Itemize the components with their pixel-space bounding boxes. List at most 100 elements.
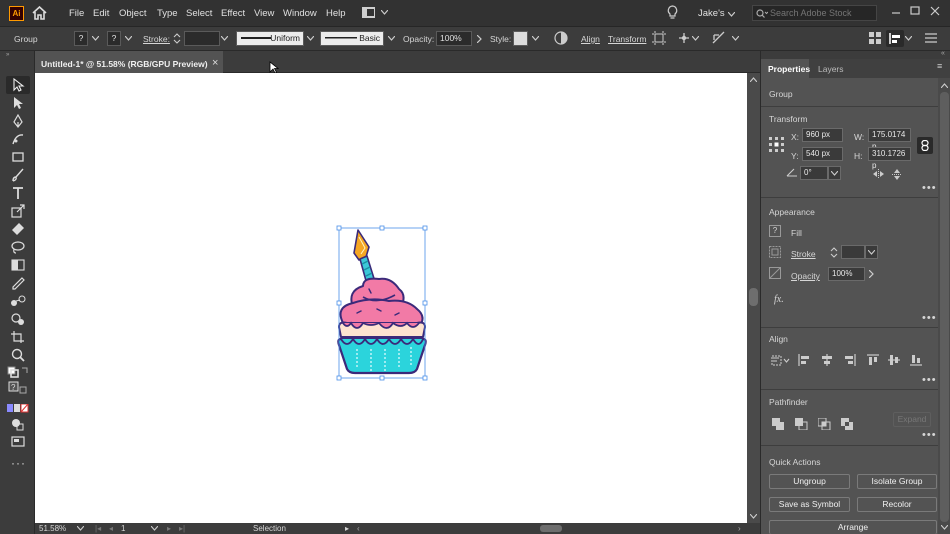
chevron-down-icon[interactable] bbox=[77, 526, 84, 531]
first-artboard-icon[interactable]: |◂ bbox=[95, 524, 101, 533]
rotate-field[interactable]: 0° bbox=[800, 166, 828, 180]
opacity-field[interactable]: 100% bbox=[828, 267, 865, 281]
align-panel-toggle[interactable] bbox=[886, 30, 904, 47]
close-tab-icon[interactable]: × bbox=[212, 57, 218, 69]
menu-list-icon[interactable] bbox=[925, 32, 937, 44]
edit-toolbar-more-icon[interactable]: ··· bbox=[11, 456, 26, 470]
pathfinder-exclude-icon[interactable] bbox=[841, 418, 854, 430]
menu-object[interactable]: Object bbox=[119, 8, 146, 19]
user-menu[interactable]: Jake's bbox=[698, 8, 725, 19]
search-input[interactable] bbox=[770, 7, 874, 19]
isolate-icon[interactable] bbox=[652, 31, 666, 45]
curvature-tool-icon[interactable] bbox=[10, 132, 26, 146]
maximize-icon[interactable] bbox=[908, 4, 922, 18]
menu-edit[interactable]: Edit bbox=[93, 8, 109, 19]
menu-window[interactable]: Window bbox=[283, 8, 317, 19]
isolate-group-button[interactable]: Isolate Group bbox=[857, 474, 937, 489]
fill-stroke-swatches-icon[interactable] bbox=[7, 366, 29, 380]
rectangle-tool-icon[interactable] bbox=[10, 150, 26, 164]
save-as-symbol-button[interactable]: Save as Symbol bbox=[769, 497, 850, 512]
status-mode-arrow-icon[interactable]: ▸ bbox=[345, 524, 349, 533]
chevron-right-icon[interactable] bbox=[477, 35, 482, 43]
panel-menu-icon[interactable]: ≡ bbox=[937, 61, 942, 71]
pathfinder-intersect-icon[interactable] bbox=[818, 418, 831, 430]
fill-unknown-swatch[interactable]: ? bbox=[769, 225, 781, 237]
align-right-edge-icon[interactable] bbox=[844, 354, 856, 366]
lightbulb-icon[interactable] bbox=[667, 5, 678, 20]
stroke-weight-dropdown[interactable] bbox=[865, 245, 878, 259]
paintbrush-tool-icon[interactable] bbox=[10, 168, 26, 182]
arrange-documents-icon[interactable] bbox=[712, 31, 726, 45]
align-bottom-edge-icon[interactable] bbox=[910, 354, 922, 366]
align-left-edge-icon[interactable] bbox=[798, 354, 810, 366]
chevron-down-icon[interactable] bbox=[388, 36, 395, 41]
y-field[interactable]: 540 px bbox=[802, 147, 843, 161]
pathfinder-minus-front-icon[interactable] bbox=[795, 418, 808, 430]
x-field[interactable]: 960 px bbox=[802, 128, 843, 142]
brush-definition[interactable]: Basic bbox=[320, 31, 384, 46]
stroke-weight-field[interactable] bbox=[841, 245, 865, 259]
tab-properties[interactable]: Properties bbox=[761, 59, 810, 78]
artboard-tool-icon[interactable] bbox=[10, 330, 26, 344]
graphic-style-swatch[interactable] bbox=[513, 31, 528, 46]
chevron-down-icon[interactable] bbox=[92, 36, 99, 41]
scroll-down-icon[interactable] bbox=[750, 514, 757, 519]
type-tool-icon[interactable] bbox=[10, 186, 26, 200]
hscroll-thumb[interactable] bbox=[540, 525, 562, 532]
chevron-down-icon[interactable] bbox=[221, 36, 228, 41]
chevron-down-icon[interactable] bbox=[728, 12, 735, 17]
eraser-tool-icon[interactable] bbox=[10, 222, 26, 236]
blend-tool-icon[interactable] bbox=[10, 294, 26, 308]
align-to-selection-icon[interactable] bbox=[771, 354, 791, 366]
align-vertical-center-icon[interactable] bbox=[888, 354, 900, 366]
scale-tool-icon[interactable] bbox=[10, 204, 26, 218]
flip-horizontal-icon[interactable] bbox=[873, 169, 884, 179]
draw-mode-icon[interactable] bbox=[10, 417, 26, 431]
tab-layers[interactable]: Layers bbox=[818, 64, 844, 74]
stepper-icon[interactable] bbox=[173, 32, 181, 45]
scroll-up-icon[interactable] bbox=[750, 77, 757, 82]
gradient-tool-icon[interactable] bbox=[10, 258, 26, 272]
chevron-down-icon[interactable] bbox=[381, 10, 388, 15]
arrange-button[interactable]: Arrange bbox=[769, 520, 937, 534]
chevron-down-icon[interactable] bbox=[307, 36, 314, 41]
constrain-proportions-toggle[interactable] bbox=[917, 137, 933, 154]
direct-selection-tool-icon[interactable] bbox=[10, 96, 26, 110]
stroke-weight-field[interactable] bbox=[184, 31, 220, 46]
color-mode-icon[interactable] bbox=[7, 404, 29, 413]
expand-button[interactable]: Expand bbox=[893, 412, 931, 427]
transform-more-options-icon[interactable]: ••• bbox=[922, 182, 937, 194]
last-artboard-icon[interactable]: ▸| bbox=[179, 524, 185, 533]
symbol-sprayer-tool-icon[interactable] bbox=[10, 312, 26, 326]
panel-collapse-icon[interactable]: » bbox=[6, 52, 30, 58]
chevron-down-icon[interactable] bbox=[905, 36, 912, 41]
scroll-down-icon[interactable] bbox=[941, 525, 948, 530]
panel-scroll-thumb[interactable] bbox=[940, 92, 949, 522]
height-field[interactable]: 310.1726 p bbox=[868, 147, 911, 170]
transform-link[interactable]: Transform bbox=[608, 34, 646, 44]
menu-file[interactable]: File bbox=[69, 8, 84, 19]
align-horizontal-center-icon[interactable] bbox=[821, 354, 833, 366]
variable-width-profile[interactable]: Uniform bbox=[236, 31, 304, 46]
opacity-field[interactable]: 100% bbox=[436, 31, 472, 46]
hscroll-left-icon[interactable]: ‹ bbox=[357, 524, 360, 533]
ungroup-button[interactable]: Ungroup bbox=[769, 474, 850, 489]
puppet-warp-icon[interactable] bbox=[677, 31, 691, 45]
align-link[interactable]: Align bbox=[581, 34, 600, 44]
minimize-icon[interactable] bbox=[889, 4, 903, 18]
stroke-swatch-icon[interactable] bbox=[769, 246, 781, 258]
opacity-swatch-icon[interactable] bbox=[769, 267, 781, 279]
scroll-up-icon[interactable] bbox=[941, 83, 948, 88]
rotate-dropdown[interactable] bbox=[828, 166, 841, 180]
align-top-edge-icon[interactable] bbox=[867, 354, 879, 366]
flip-vertical-icon[interactable] bbox=[892, 169, 902, 180]
home-icon[interactable] bbox=[32, 6, 47, 20]
panel-scrollbar[interactable] bbox=[938, 78, 950, 534]
zoom-level[interactable]: 51.58% bbox=[39, 524, 66, 533]
cupcake-artwork[interactable] bbox=[333, 223, 431, 383]
document-tab[interactable]: Untitled-1* @ 51.58% (RGB/GPU Preview) × bbox=[35, 51, 223, 73]
next-artboard-icon[interactable]: ▸ bbox=[167, 524, 171, 533]
chevron-down-icon[interactable] bbox=[151, 526, 158, 531]
chevron-down-icon[interactable] bbox=[692, 36, 699, 41]
scroll-thumb[interactable] bbox=[749, 288, 758, 306]
